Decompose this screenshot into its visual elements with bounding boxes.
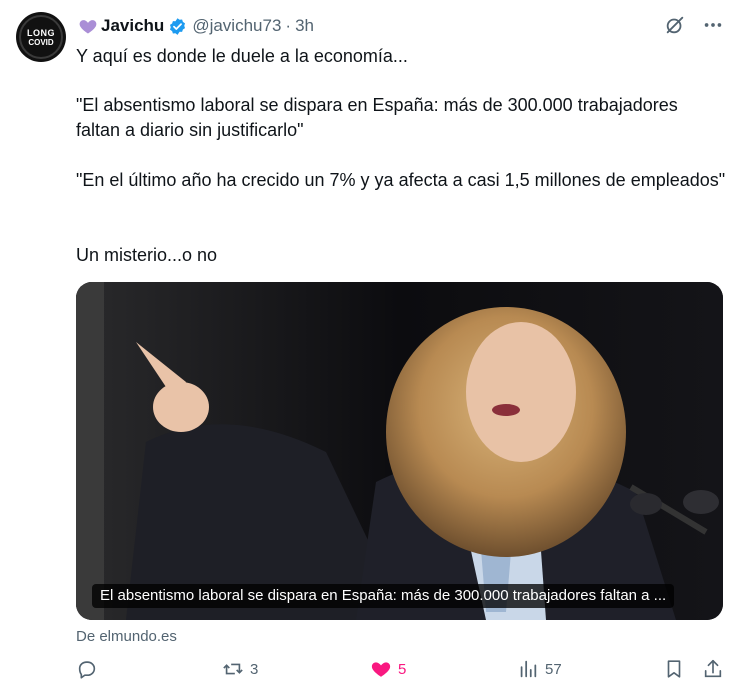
card-photo bbox=[76, 282, 723, 620]
tweet-paragraph-4: Un misterio...o no bbox=[76, 245, 218, 265]
tweet-time[interactable]: 3h bbox=[295, 16, 314, 36]
like-count: 5 bbox=[398, 660, 407, 678]
tweet-paragraph-1: Y aquí es donde le duele a la economía..… bbox=[76, 46, 408, 66]
verified-badge-icon bbox=[170, 17, 186, 35]
tweet-top-actions bbox=[664, 14, 724, 36]
card-caption[interactable]: El absentismo laboral se dispara en Espa… bbox=[92, 584, 675, 608]
repost-count: 3 bbox=[250, 660, 259, 678]
avatar[interactable]: LONG COVID bbox=[16, 12, 66, 62]
card-source[interactable]: De elmundo.es bbox=[76, 628, 177, 645]
share-icon bbox=[704, 659, 722, 678]
link-card[interactable]: El absentismo laboral se dispara en Espa… bbox=[76, 282, 723, 620]
tweet-paragraph-2: "El absentismo laboral se dispara en Esp… bbox=[76, 95, 678, 140]
tweet-paragraph-3: "En el último año ha crecido un 7% y ya … bbox=[76, 170, 726, 190]
separator-dot: · bbox=[285, 16, 292, 35]
author-name[interactable]: Javichu bbox=[101, 16, 164, 36]
more-icon[interactable] bbox=[702, 14, 724, 36]
views-button[interactable]: 57 bbox=[517, 658, 562, 680]
like-button[interactable]: 5 bbox=[370, 658, 406, 680]
action-bar: 3 5 57 bbox=[76, 658, 726, 688]
share-button[interactable] bbox=[702, 658, 724, 680]
grok-icon[interactable] bbox=[664, 14, 686, 36]
author-handle[interactable]: @javichu73 bbox=[192, 16, 281, 36]
repost-button[interactable]: 3 bbox=[222, 658, 258, 680]
view-count: 57 bbox=[545, 660, 562, 678]
avatar-text-1: LONG bbox=[27, 28, 55, 38]
heart-filled-icon bbox=[371, 662, 391, 677]
reply-icon bbox=[78, 661, 96, 679]
views-icon bbox=[520, 660, 537, 678]
repost-icon bbox=[223, 663, 243, 675]
purple-heart-emoji-icon bbox=[79, 20, 97, 34]
tweet-header: Javichu @javichu73 · 3h bbox=[78, 14, 314, 38]
avatar-text-2: COVID bbox=[28, 38, 54, 47]
bookmark-icon bbox=[667, 660, 681, 678]
bookmark-button[interactable] bbox=[663, 658, 685, 680]
reply-button[interactable] bbox=[76, 658, 104, 680]
